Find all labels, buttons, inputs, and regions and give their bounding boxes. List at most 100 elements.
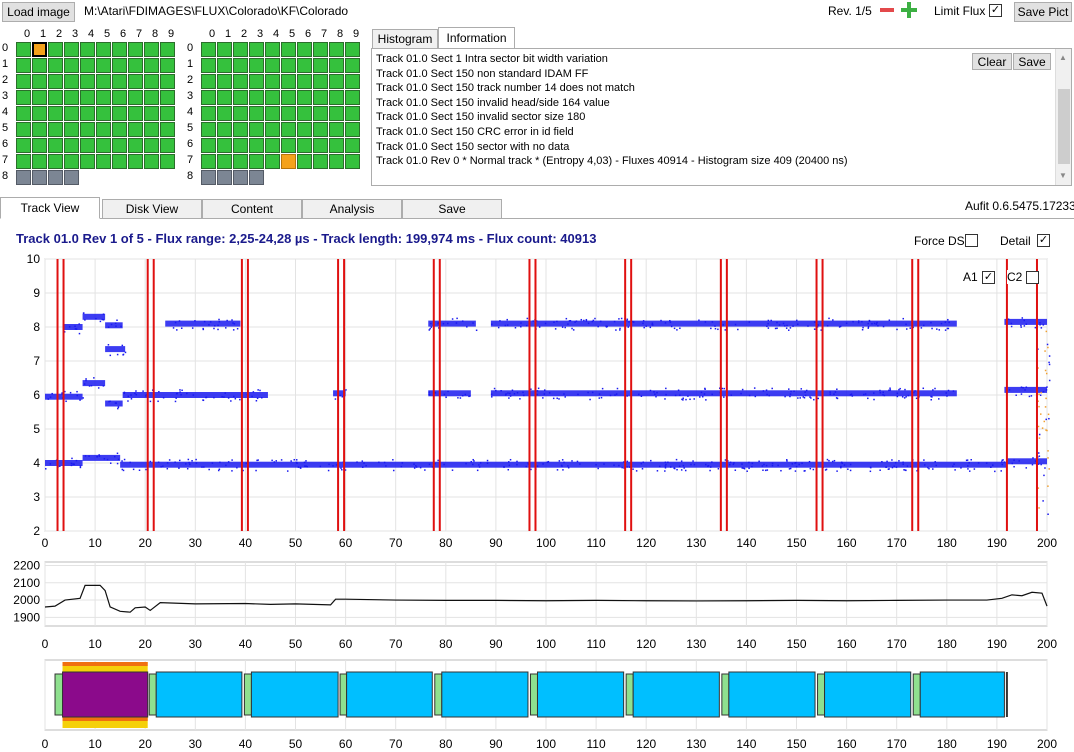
track-cell[interactable]: [313, 74, 328, 89]
track-cell[interactable]: [201, 106, 216, 121]
track-cell[interactable]: [48, 42, 63, 57]
track-cell[interactable]: [281, 58, 296, 73]
track-cell[interactable]: [201, 154, 216, 169]
track-cell[interactable]: [160, 122, 175, 137]
track-cell[interactable]: [16, 106, 31, 121]
track-cell[interactable]: [297, 138, 312, 153]
track-cell[interactable]: [249, 90, 264, 105]
track-cell[interactable]: [233, 154, 248, 169]
track-cell[interactable]: [265, 122, 280, 137]
tab-disk-view[interactable]: Disk View: [102, 199, 202, 219]
track-cell[interactable]: [233, 42, 248, 57]
track-cell[interactable]: [80, 106, 95, 121]
track-cell[interactable]: [96, 58, 111, 73]
track-cell[interactable]: [64, 170, 79, 185]
track-cell[interactable]: [144, 42, 159, 57]
track-cell[interactable]: [281, 106, 296, 121]
track-cell[interactable]: [233, 74, 248, 89]
track-cell[interactable]: [16, 122, 31, 137]
track-cell[interactable]: [249, 138, 264, 153]
track-cell[interactable]: [128, 122, 143, 137]
track-cell[interactable]: [160, 58, 175, 73]
track-cell[interactable]: [80, 74, 95, 89]
track-cell[interactable]: [313, 154, 328, 169]
track-cell[interactable]: [345, 138, 360, 153]
track-cell[interactable]: [249, 170, 264, 185]
track-cell[interactable]: [112, 42, 127, 57]
track-cell[interactable]: [80, 122, 95, 137]
track-cell[interactable]: [233, 90, 248, 105]
track-cell[interactable]: [32, 58, 47, 73]
track-cell[interactable]: [329, 74, 344, 89]
track-cell[interactable]: [281, 42, 296, 57]
track-cell[interactable]: [345, 74, 360, 89]
tab-information[interactable]: Information: [438, 27, 515, 49]
track-cell[interactable]: [297, 58, 312, 73]
track-cell[interactable]: [32, 74, 47, 89]
track-cell[interactable]: [249, 42, 264, 57]
track-cell[interactable]: [297, 74, 312, 89]
minus-icon[interactable]: [879, 2, 895, 18]
track-cell[interactable]: [217, 74, 232, 89]
track-cell[interactable]: [64, 106, 79, 121]
track-cell[interactable]: [64, 154, 79, 169]
track-cell[interactable]: [160, 90, 175, 105]
track-cell[interactable]: [96, 74, 111, 89]
track-cell[interactable]: [313, 122, 328, 137]
track-cell[interactable]: [201, 90, 216, 105]
track-cell[interactable]: [281, 90, 296, 105]
track-cell[interactable]: [48, 58, 63, 73]
track-cell[interactable]: [233, 138, 248, 153]
track-cell[interactable]: [297, 154, 312, 169]
scroll-up-icon[interactable]: ▲: [1059, 53, 1067, 62]
track-cell[interactable]: [48, 122, 63, 137]
track-cell[interactable]: [80, 42, 95, 57]
track-cell[interactable]: [249, 58, 264, 73]
track-cell[interactable]: [265, 74, 280, 89]
track-cell[interactable]: [201, 74, 216, 89]
track-cell[interactable]: [48, 90, 63, 105]
save-pict-button[interactable]: Save Pict: [1014, 2, 1072, 22]
track-cell[interactable]: [329, 58, 344, 73]
detail-checkbox[interactable]: ✓: [1037, 234, 1050, 247]
track-cell[interactable]: [249, 154, 264, 169]
track-cell[interactable]: [64, 90, 79, 105]
track-cell[interactable]: [345, 154, 360, 169]
track-cell[interactable]: [144, 154, 159, 169]
track-cell[interactable]: [32, 106, 47, 121]
track-cell[interactable]: [265, 138, 280, 153]
track-cell[interactable]: [128, 138, 143, 153]
track-cell[interactable]: [217, 90, 232, 105]
track-cell[interactable]: [144, 106, 159, 121]
track-cell[interactable]: [80, 154, 95, 169]
track-cell[interactable]: [201, 42, 216, 57]
track-cell[interactable]: [313, 90, 328, 105]
track-cell[interactable]: [329, 90, 344, 105]
info-save-button[interactable]: Save: [1013, 53, 1051, 70]
track-cell[interactable]: [249, 122, 264, 137]
track-cell[interactable]: [160, 74, 175, 89]
track-cell[interactable]: [48, 74, 63, 89]
track-cell[interactable]: [144, 74, 159, 89]
track-cell[interactable]: [32, 154, 47, 169]
track-cell[interactable]: [112, 90, 127, 105]
track-cell[interactable]: [217, 170, 232, 185]
track-cell[interactable]: [16, 90, 31, 105]
track-cell[interactable]: [96, 154, 111, 169]
track-cell[interactable]: [16, 154, 31, 169]
track-cell[interactable]: [345, 42, 360, 57]
track-cell[interactable]: [217, 122, 232, 137]
track-cell[interactable]: [16, 138, 31, 153]
track-cell[interactable]: [297, 90, 312, 105]
track-cell[interactable]: [160, 138, 175, 153]
track-cell[interactable]: [233, 122, 248, 137]
track-cell[interactable]: [80, 58, 95, 73]
load-image-button[interactable]: Load image: [2, 2, 75, 22]
track-cell[interactable]: [96, 138, 111, 153]
track-cell[interactable]: [112, 106, 127, 121]
track-cell[interactable]: [201, 170, 216, 185]
track-cell[interactable]: [16, 170, 31, 185]
track-cell[interactable]: [281, 122, 296, 137]
track-cell[interactable]: [217, 58, 232, 73]
track-cell[interactable]: [217, 138, 232, 153]
